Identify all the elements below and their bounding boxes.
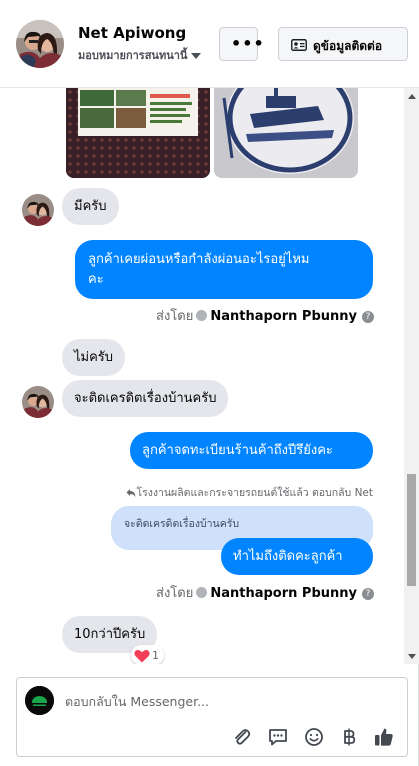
assign-conversation-label: มอบหมายการสนทนานี้ bbox=[78, 49, 188, 62]
sent-by-prefix: ส่งโดย bbox=[156, 309, 194, 324]
message-input[interactable] bbox=[65, 691, 385, 711]
like-icon[interactable] bbox=[373, 726, 395, 748]
page-avatar bbox=[25, 686, 54, 715]
thread-scrollbar[interactable] bbox=[404, 88, 419, 664]
sender-name: Nanthaporn Pbunny bbox=[210, 586, 357, 601]
incoming-message[interactable]: จะติดเครดิตเรื่องบ้านครับ bbox=[62, 380, 229, 417]
contact-name[interactable]: Net Apiwong bbox=[78, 24, 186, 42]
caret-down-icon bbox=[191, 53, 202, 59]
saved-reply-icon[interactable] bbox=[267, 726, 289, 748]
view-contact-info-button[interactable]: ดูข้อมูลติดต่อ bbox=[278, 27, 408, 61]
reply-note-text: โรงงานผลิตและกระจายรถยนต์ใช้แล้ว ตอบกลับ… bbox=[136, 487, 373, 499]
incoming-message[interactable]: ไม่ครับ bbox=[62, 339, 126, 376]
contact-avatar-small[interactable] bbox=[22, 386, 54, 418]
reply-note: โรงงานผลิตและกระจายรถยนต์ใช้แล้ว ตอบกลับ… bbox=[126, 484, 373, 501]
incoming-message[interactable]: มีครับ bbox=[62, 188, 119, 225]
help-icon[interactable]: ? bbox=[362, 587, 374, 600]
assign-conversation-dropdown[interactable]: มอบหมายการสนทนานี้ bbox=[78, 46, 202, 64]
contact-avatar[interactable] bbox=[16, 20, 64, 68]
check-circle-icon bbox=[196, 587, 208, 598]
outgoing-message[interactable]: ลูกค้าจดทะเบียนร้านค้าถึงปีรึยังคะ bbox=[130, 432, 373, 469]
reaction-count: 1 bbox=[152, 648, 159, 662]
more-options-label: ••• bbox=[231, 34, 265, 53]
shared-photo-flyer[interactable] bbox=[66, 88, 210, 178]
heart-icon bbox=[134, 649, 150, 662]
sent-by-attribution: ส่งโดย Nanthaporn Pbunny? bbox=[156, 582, 374, 603]
sent-by-prefix: ส่งโดย bbox=[156, 586, 194, 601]
conversation-header: Net Apiwong มอบหมายการสนทนานี้ ••• ดูข้อ… bbox=[0, 0, 419, 88]
check-circle-icon bbox=[196, 310, 208, 321]
baht-icon[interactable] bbox=[338, 726, 360, 748]
outgoing-message[interactable]: ลูกค้าเคยผ่อนหรือกำลังผ่อนอะไรอยู่ไหม คะ bbox=[75, 240, 373, 299]
message-thread[interactable]: มีครับ ลูกค้าเคยผ่อนหรือกำลังผ่อนอะไรอยู… bbox=[0, 88, 404, 664]
scroll-up-arrow-icon[interactable] bbox=[408, 94, 416, 99]
outgoing-message[interactable]: ทำไมถึงติดคะลูกค้า bbox=[221, 538, 373, 575]
shared-photo-cap[interactable] bbox=[214, 88, 358, 178]
emoji-icon[interactable] bbox=[303, 726, 325, 748]
sent-by-attribution: ส่งโดย Nanthaporn Pbunny? bbox=[156, 305, 374, 326]
attach-icon[interactable] bbox=[231, 726, 253, 748]
contact-avatar-small[interactable] bbox=[22, 194, 54, 226]
message-line: คะ bbox=[88, 272, 104, 287]
message-composer bbox=[16, 677, 408, 757]
reply-arrow-icon bbox=[126, 489, 136, 497]
message-line: ลูกค้าเคยผ่อนหรือกำลังผ่อนอะไรอยู่ไหม bbox=[88, 252, 310, 267]
view-contact-info-label: ดูข้อมูลติดต่อ bbox=[313, 39, 383, 53]
scrollbar-thumb[interactable] bbox=[407, 474, 416, 586]
messenger-conversation-panel: Net Apiwong มอบหมายการสนทนานี้ ••• ดูข้อ… bbox=[0, 0, 419, 766]
sender-name: Nanthaporn Pbunny bbox=[210, 309, 357, 324]
scroll-down-arrow-icon[interactable] bbox=[408, 654, 416, 659]
message-reaction[interactable]: 1 bbox=[131, 645, 164, 664]
help-icon[interactable]: ? bbox=[362, 310, 374, 323]
more-options-button[interactable]: ••• bbox=[219, 27, 264, 61]
contact-card-icon bbox=[291, 39, 307, 51]
